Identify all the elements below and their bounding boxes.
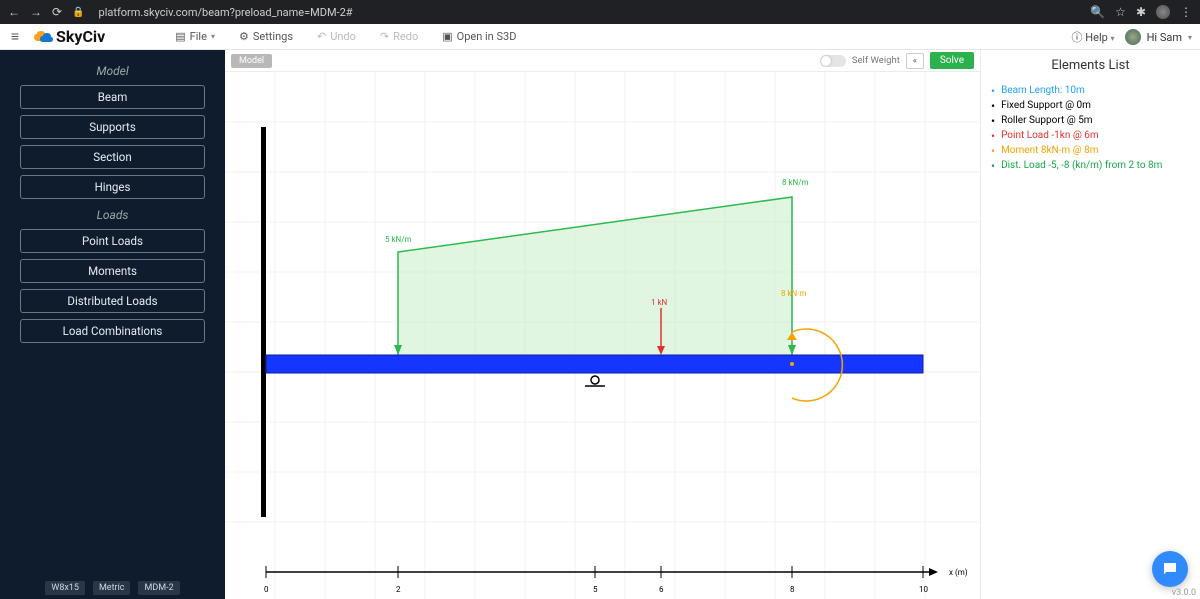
bullet-icon: • (991, 160, 995, 172)
sidebar-btn-point-loads[interactable]: Point Loads (20, 229, 205, 253)
url-text: platform.skyciv.com/beam?preload_name=MD… (99, 6, 1081, 19)
redo-icon: ↷ (380, 30, 389, 43)
elements-list-label: Fixed Support @ 0m (1001, 98, 1091, 113)
dist-load-fill (398, 197, 792, 355)
elements-list-label: Dist. Load -5, -8 (kn/m) from 2 to 8m (1001, 158, 1162, 173)
sidebar-section-model: Model (96, 64, 128, 78)
canvas-header: Model Self Weight « Solve (225, 50, 980, 72)
point-load-label: 1 kN (651, 298, 668, 307)
x-axis: 0 2 5 6 8 10 x (m) (264, 566, 968, 594)
hamburger-icon[interactable]: ≡ (0, 28, 30, 45)
sidebar-btn-hinges[interactable]: Hinges (20, 175, 205, 199)
left-sidebar: Model Beam Supports Section Hinges Loads… (0, 50, 225, 599)
elements-list-item[interactable]: • Beam Length: 10m (991, 83, 1190, 98)
profile-avatar[interactable] (1156, 5, 1170, 19)
x-axis-label: x (m) (949, 568, 968, 577)
menu-redo[interactable]: ↷ Redo (380, 30, 418, 43)
sidebar-btn-beam[interactable]: Beam (20, 85, 205, 109)
cube-icon: ▣ (442, 30, 452, 43)
sidebar-btn-supports[interactable]: Supports (20, 115, 205, 139)
dist-load-end-label: 8 kN/m (782, 178, 809, 187)
elements-list-label: Roller Support @ 5m (1001, 113, 1093, 128)
dist-load-start-label: 5 kN/m (385, 235, 412, 244)
undo-icon: ↶ (317, 30, 326, 43)
menu-file[interactable]: ▤ File ▾ (175, 30, 215, 43)
solve-button[interactable]: Solve (930, 52, 974, 69)
chat-launcher[interactable] (1152, 551, 1188, 587)
elements-list-item[interactable]: • Dist. Load -5, -8 (kn/m) from 2 to 8m (991, 158, 1190, 173)
collapse-right-pane[interactable]: « (906, 53, 924, 69)
help-icon: ⓘ (1072, 31, 1083, 44)
browser-chrome: ← → ⟳ 🔒 platform.skyciv.com/beam?preload… (0, 0, 1200, 24)
sidebar-section-loads: Loads (97, 208, 129, 222)
chevron-down-icon: ▾ (211, 32, 215, 41)
elements-list: • Beam Length: 10m • Fixed Support @ 0m • Rol… (991, 83, 1190, 173)
svg-text:0: 0 (264, 585, 269, 594)
elements-list-item[interactable]: • Moment 8kN-m @ 8m (991, 143, 1190, 158)
svg-text:6: 6 (659, 585, 664, 594)
user-avatar (1125, 29, 1141, 45)
elements-list-item[interactable]: • Point Load -1kn @ 6m (991, 128, 1190, 143)
beam-body (266, 355, 923, 373)
svg-text:8: 8 (790, 585, 795, 594)
menu-help[interactable]: ⓘ Help ▾ (1072, 29, 1115, 45)
moment-label: 8 kN·m (781, 289, 806, 298)
svg-text:5: 5 (593, 585, 598, 594)
app-bar: ≡ SkyCiv ▤ File ▾ ⚙ Settings ↶ Undo ↷ Re… (0, 24, 1200, 50)
right-panel: Elements List • Beam Length: 10m • Fixed Su… (980, 50, 1200, 599)
nav-reload-icon[interactable]: ⟳ (52, 5, 62, 19)
gear-icon: ⚙ (239, 30, 249, 43)
kebab-icon[interactable]: ⋮ (1180, 5, 1192, 19)
self-weight-toggle[interactable] (820, 55, 846, 67)
elements-list-label: Beam Length: 10m (1001, 83, 1085, 98)
bullet-icon: • (991, 85, 995, 97)
nav-forward-icon[interactable]: → (30, 5, 42, 19)
self-weight-label: Self Weight (852, 55, 900, 66)
file-icon: ▤ (175, 30, 185, 43)
elements-list-item[interactable]: • Roller Support @ 5m (991, 113, 1190, 128)
sidebar-btn-distributed-loads[interactable]: Distributed Loads (20, 289, 205, 313)
elements-list-label: Moment 8kN-m @ 8m (1001, 143, 1098, 158)
user-menu[interactable]: Hi Sam ▾ (1125, 29, 1192, 45)
chevron-down-icon: ▾ (1188, 33, 1192, 42)
menu-settings[interactable]: ⚙ Settings (239, 30, 293, 43)
tab-model[interactable]: Model (231, 54, 272, 68)
svg-text:2: 2 (396, 585, 401, 594)
star-icon[interactable]: ☆ (1115, 5, 1126, 19)
bullet-icon: • (991, 100, 995, 112)
menu-undo[interactable]: ↶ Undo (317, 30, 356, 43)
bullet-icon: • (991, 130, 995, 142)
canvas-pane: Model Self Weight « Solve (225, 50, 980, 599)
tag-section[interactable]: W8x15 (45, 581, 85, 595)
sidebar-btn-section[interactable]: Section (20, 145, 205, 169)
app-logo-text: SkyCiv (56, 27, 105, 46)
app-logo[interactable]: SkyCiv (32, 27, 105, 46)
sidebar-tags: W8x15 Metric MDM-2 (0, 581, 225, 595)
lock-icon: 🔒 (72, 7, 84, 18)
sidebar-btn-load-combinations[interactable]: Load Combinations (20, 319, 205, 343)
chevron-down-icon: ▾ (1111, 34, 1115, 43)
bullet-icon: • (991, 115, 995, 127)
chat-icon (1161, 560, 1179, 578)
fixed-support (261, 127, 266, 517)
cloud-icon (32, 29, 54, 45)
elements-list-label: Point Load -1kn @ 6m (1001, 128, 1099, 143)
menu-open-s3d[interactable]: ▣ Open in S3D (442, 30, 516, 43)
beam-viewport[interactable]: 5 kN/m 8 kN/m 1 kN 8 kN·m 0 2 5 (225, 72, 980, 599)
tag-project[interactable]: MDM-2 (138, 581, 179, 595)
version-label: v3.0.0 (1172, 588, 1196, 598)
elements-list-item[interactable]: • Fixed Support @ 0m (991, 98, 1190, 113)
sidebar-btn-moments[interactable]: Moments (20, 259, 205, 283)
nav-back-icon[interactable]: ← (8, 5, 20, 19)
search-icon[interactable]: 🔍 (1090, 5, 1105, 19)
right-panel-title: Elements List (991, 58, 1190, 73)
svg-text:10: 10 (919, 585, 928, 594)
tag-units[interactable]: Metric (93, 581, 131, 595)
roller-support (585, 376, 605, 386)
bullet-icon: • (991, 145, 995, 157)
extensions-icon[interactable]: ✱ (1136, 5, 1146, 19)
